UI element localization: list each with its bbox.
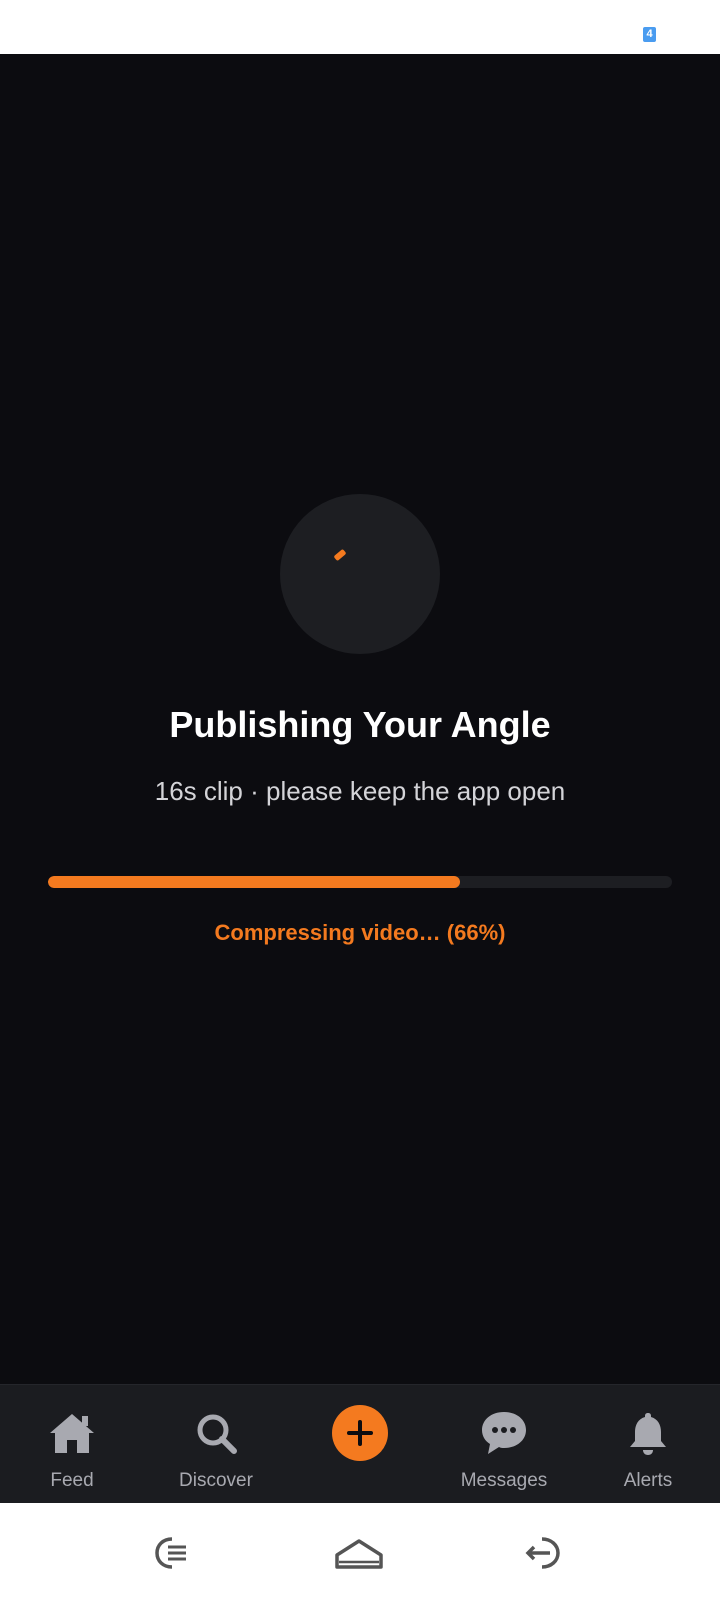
spinner-indicator bbox=[333, 548, 347, 562]
tab-messages[interactable]: Messages bbox=[432, 1385, 576, 1504]
home-icon bbox=[50, 1414, 94, 1453]
recents-icon[interactable] bbox=[146, 1531, 198, 1575]
tab-label: Feed bbox=[50, 1470, 94, 1491]
publish-screen: Publishing Your Angle 16s clip · please … bbox=[0, 54, 720, 1384]
tab-alerts[interactable]: Alerts bbox=[576, 1385, 720, 1504]
home-icon[interactable] bbox=[333, 1531, 385, 1575]
tab-discover[interactable]: Discover bbox=[144, 1385, 288, 1504]
bell-icon bbox=[630, 1413, 666, 1455]
plus-icon bbox=[347, 1420, 373, 1446]
page-subtitle: 16s clip · please keep the app open bbox=[154, 776, 566, 806]
chat-icon bbox=[482, 1412, 526, 1454]
tab-feed[interactable]: Feed bbox=[0, 1385, 144, 1504]
create-button[interactable] bbox=[332, 1405, 388, 1461]
progress-fill bbox=[48, 876, 460, 888]
loading-spinner bbox=[280, 494, 440, 654]
tab-label: Messages bbox=[460, 1470, 548, 1491]
progress-status-text: Compressing video… (66%) bbox=[214, 920, 506, 945]
tab-label: Alerts bbox=[623, 1470, 673, 1491]
status-bar: 4 bbox=[0, 0, 720, 54]
progress-bar bbox=[48, 876, 672, 888]
search-icon bbox=[197, 1414, 237, 1454]
notification-badge: 4 bbox=[643, 27, 656, 42]
tab-create[interactable] bbox=[288, 1385, 432, 1504]
tab-label: Discover bbox=[179, 1470, 253, 1491]
system-navigation-bar bbox=[0, 1503, 720, 1600]
page-title: Publishing Your Angle bbox=[169, 704, 551, 745]
back-icon[interactable] bbox=[520, 1531, 572, 1575]
bottom-tab-bar: Feed Discover Messages Alerts bbox=[0, 1384, 720, 1503]
